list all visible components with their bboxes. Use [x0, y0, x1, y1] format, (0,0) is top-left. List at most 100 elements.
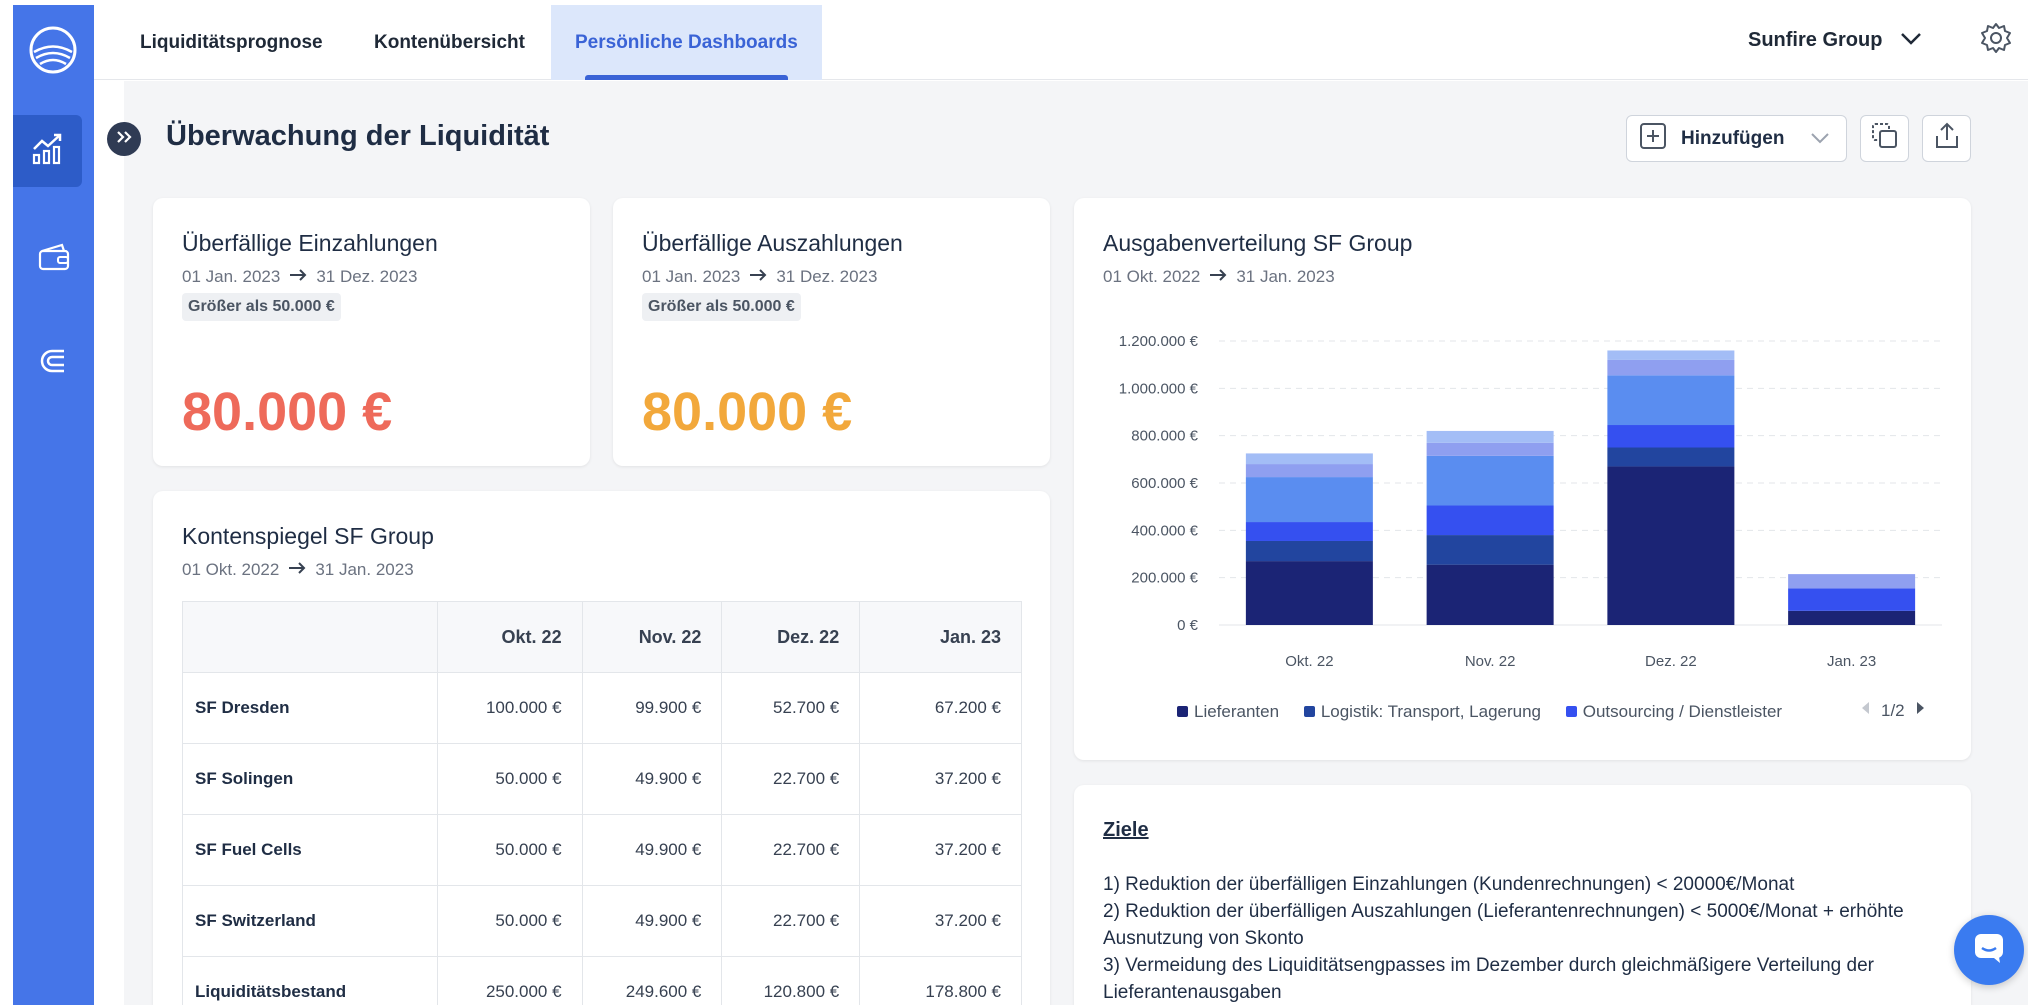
plus-square-icon [1639, 122, 1667, 156]
sidebar-item-integrations[interactable] [13, 327, 94, 399]
cell-value: 100.000 € [436, 672, 583, 744]
bar-segment[interactable] [1607, 447, 1735, 467]
arrow-right-icon [287, 560, 307, 580]
cell-value: 120.800 € [721, 956, 861, 1005]
bar-segment[interactable] [1426, 455, 1554, 506]
goal-line: 1) Reduktion der überfälligen Einzahlung… [1103, 874, 1795, 895]
x-tick-label: Jan. 23 [1827, 653, 1876, 670]
double-chevron-right-icon [115, 129, 133, 150]
share-upload-icon [1932, 121, 1962, 156]
cell-value: 22.700 € [721, 814, 861, 886]
goals-text: 1) Reduktion der überfälligen Einzahlung… [1103, 871, 1963, 1005]
top-navigation: Liquiditätsprognose Kontenübersicht Pers… [94, 0, 2028, 80]
table-row: Liquiditätsbestand 250.000 € 249.600 € 1… [182, 956, 1022, 1005]
legend-prev-button[interactable] [1859, 700, 1871, 721]
table-header-row: Okt. 22 Nov. 22 Dez. 22 Jan. 23 [182, 601, 1022, 673]
bar-segment[interactable] [1788, 574, 1916, 589]
card-kontenspiegel[interactable]: Kontenspiegel SF Group 01 Okt. 2022 31 J… [153, 491, 1050, 1005]
bar-segment[interactable] [1426, 505, 1554, 536]
y-tick-label: 800.000 € [1131, 428, 1198, 445]
tab-persoenliche-dashboards[interactable]: Persönliche Dashboards [551, 5, 822, 80]
goal-line: 2) Reduktion der überfälligen Auszahlung… [1103, 901, 1904, 949]
add-widget-label: Hinzufügen [1681, 127, 1785, 149]
bar-segment[interactable] [1607, 425, 1735, 448]
column-header-empty [182, 601, 438, 673]
column-header: Jan. 23 [859, 601, 1022, 673]
date-range: 01 Okt. 2022 31 Jan. 2023 [182, 560, 414, 580]
bar-segment[interactable] [1607, 359, 1735, 376]
bar-segment[interactable] [1245, 540, 1373, 562]
row-label: SF Fuel Cells [182, 814, 438, 886]
wallet-icon [36, 239, 72, 280]
tab-liquiditaetsprognose[interactable]: Liquiditätsprognose [140, 5, 323, 80]
bar-segment[interactable] [1245, 453, 1373, 465]
row-label: SF Solingen [182, 743, 438, 815]
legend-swatch [1177, 706, 1188, 717]
y-tick-label: 1.000.000 € [1119, 380, 1199, 397]
cell-value: 250.000 € [436, 956, 583, 1005]
card-ausgabenverteilung[interactable]: Ausgabenverteilung SF Group 01 Okt. 2022… [1074, 198, 1971, 760]
bar-segment[interactable] [1245, 477, 1373, 523]
legend-swatch [1303, 706, 1315, 717]
chart-icon [30, 131, 66, 172]
row-label: SF Dresden [182, 672, 438, 744]
y-tick-label: 0 € [1177, 617, 1199, 634]
filter-chip: Größer als 50.000 € [182, 293, 341, 321]
chat-icon [1972, 931, 2006, 970]
bar-segment[interactable] [1788, 588, 1916, 611]
cell-value: 67.200 € [859, 672, 1022, 744]
y-tick-label: 1.200.000 € [1119, 333, 1199, 350]
x-tick-label: Nov. 22 [1465, 653, 1516, 670]
gear-icon [1980, 22, 2012, 59]
cell-value: 49.900 € [581, 885, 723, 957]
chat-support-button[interactable] [1954, 915, 2024, 985]
bar-segment[interactable] [1788, 610, 1916, 625]
stacked-bar-chart: 0 € 200.000 € 400.000 € 600.000 € 800.000 € 1… [1119, 333, 1942, 670]
bar-segment[interactable] [1426, 430, 1554, 443]
date-range: 01 Jan. 2023 31 Dez. 2023 [182, 267, 418, 286]
sidebar-item-accounts[interactable] [13, 223, 94, 295]
bar-segment[interactable] [1245, 464, 1373, 478]
expand-panel-button[interactable] [107, 122, 141, 156]
bar-segment[interactable] [1426, 564, 1554, 625]
bar-segment[interactable] [1245, 561, 1373, 625]
magnet-icon [36, 343, 72, 384]
logo-icon[interactable] [22, 19, 84, 81]
cell-value: 49.900 € [581, 814, 723, 886]
tab-kontenuebersicht[interactable]: Kontenübersicht [374, 5, 525, 80]
legend-next-button[interactable] [1915, 700, 1927, 721]
legend-item[interactable]: Outsourcing / Dienstleister [1565, 702, 1782, 721]
settings-button[interactable] [1974, 18, 2018, 62]
bar-segment[interactable] [1607, 375, 1735, 426]
cell-value: 22.700 € [721, 743, 861, 815]
bar-segment[interactable] [1426, 535, 1554, 565]
bar-segment[interactable] [1607, 350, 1735, 360]
card-ueberfaellige-auszahlungen[interactable]: Überfällige Auszahlungen 01 Jan. 2023 31… [613, 198, 1050, 466]
add-widget-button[interactable]: Hinzufügen [1626, 115, 1847, 162]
bar-segment[interactable] [1607, 466, 1735, 625]
legend-page-indicator: 1/2 [1881, 700, 1905, 720]
x-tick-label: Dez. 22 [1645, 653, 1697, 670]
legend-item[interactable]: Lieferanten [1177, 702, 1279, 721]
card-title: Überfällige Einzahlungen [182, 230, 438, 256]
cell-value: 22.700 € [721, 885, 861, 957]
table-row: SF Dresden 100.000 € 99.900 € 52.700 € 6… [182, 672, 1022, 744]
goals-title: Ziele [1103, 819, 1149, 841]
bar-segment[interactable] [1426, 442, 1554, 456]
copy-icon [1870, 121, 1900, 156]
filter-chip: Größer als 50.000 € [642, 293, 801, 321]
cell-value: 37.200 € [859, 743, 1022, 815]
sidebar-item-dashboards[interactable] [13, 115, 82, 187]
column-header: Dez. 22 [721, 601, 861, 673]
duplicate-button[interactable] [1860, 115, 1909, 162]
legend-item[interactable]: Logistik: Transport, Lagerung [1303, 702, 1541, 721]
organization-selector[interactable]: Sunfire Group [1748, 0, 1922, 80]
cell-value: 50.000 € [436, 885, 583, 957]
bar-segment[interactable] [1245, 522, 1373, 541]
arrow-right-icon [748, 267, 768, 287]
active-tab-indicator [585, 75, 788, 80]
card-ziele[interactable]: Ziele 1) Reduktion der überfälligen Einz… [1074, 785, 1971, 1005]
organization-name: Sunfire Group [1748, 28, 1883, 51]
export-button[interactable] [1922, 115, 1971, 162]
card-ueberfaellige-einzahlungen[interactable]: Überfällige Einzahlungen 01 Jan. 2023 31… [153, 198, 590, 466]
